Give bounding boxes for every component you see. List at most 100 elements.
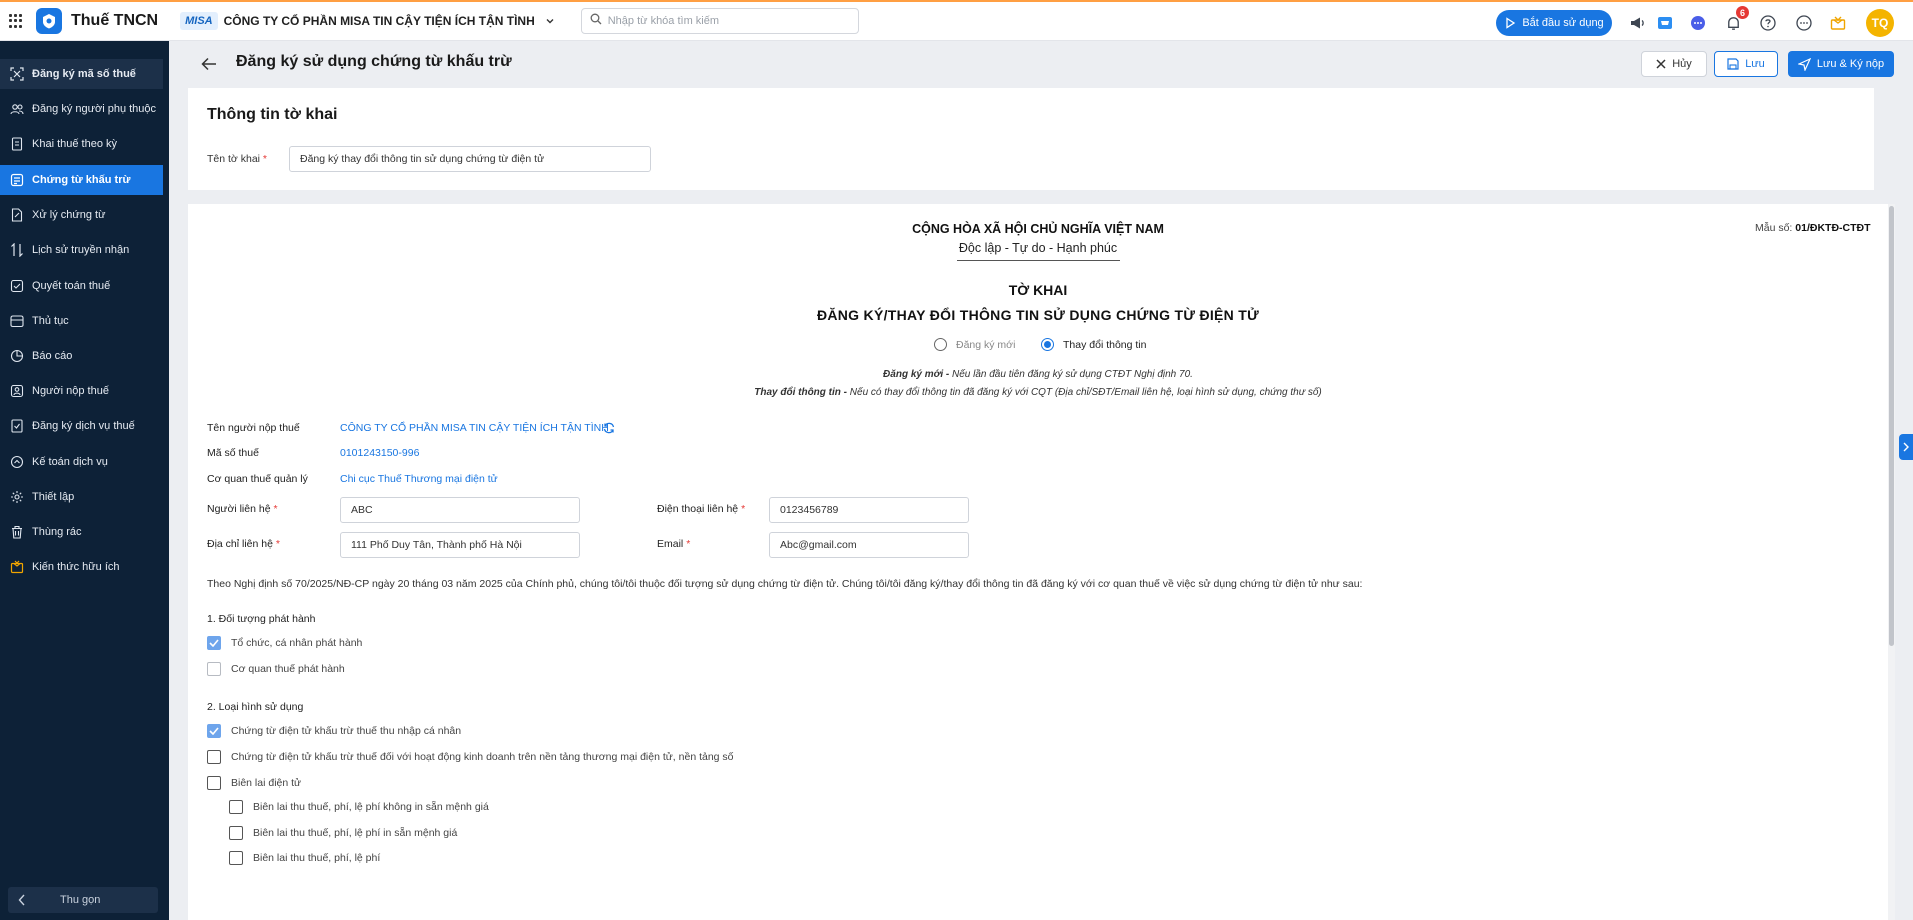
- radio-button: [934, 338, 947, 351]
- sidebar-item-reports[interactable]: Báo cáo: [0, 341, 163, 371]
- contact-address-input[interactable]: [340, 532, 580, 558]
- email-input[interactable]: [769, 532, 969, 558]
- save-button[interactable]: Lưu: [1714, 51, 1778, 77]
- bell-icon[interactable]: 6: [1723, 6, 1749, 33]
- sidebar-item-tax-settlement[interactable]: Quyết toán thuế: [0, 271, 163, 301]
- person-icon: [10, 384, 24, 398]
- checkbox-ecommerce-withholding[interactable]: Chứng từ điện tử khấu trừ thuế đối với h…: [207, 750, 734, 764]
- contact-person-label: Người liên hệ *: [207, 503, 278, 515]
- sidebar-item-label: Kế toán dịch vụ: [32, 456, 108, 468]
- sidebar-item-dependent-registration[interactable]: Đăng ký người phụ thuộc: [0, 94, 163, 124]
- sidebar: Đăng ký mã số thuế Đăng ký người phụ thu…: [0, 41, 169, 920]
- sidebar-item-procedures[interactable]: Thủ tục: [0, 306, 163, 336]
- contact-person-input[interactable]: [340, 497, 580, 523]
- sidebar-item-voucher-processing[interactable]: Xử lý chứng từ: [0, 200, 163, 230]
- declaration-name-input[interactable]: [289, 146, 651, 172]
- scrollbar-thumb[interactable]: [1889, 206, 1894, 646]
- expand-panel-button[interactable]: [1899, 434, 1913, 460]
- transfer-icon: [10, 243, 24, 257]
- more-icon[interactable]: [1794, 13, 1814, 33]
- accounting-icon: [10, 455, 24, 469]
- section-usage-type-heading: 2. Loại hình sử dụng: [207, 701, 304, 713]
- checkbox-unchecked: [229, 826, 243, 840]
- notification-badge: 6: [1736, 6, 1749, 19]
- arrow-left-icon[interactable]: [199, 54, 219, 74]
- sidebar-item-withholding-vouchers[interactable]: Chứng từ khấu trừ: [0, 165, 163, 195]
- sidebar-item-label: Thiết lập: [32, 491, 75, 503]
- checkbox-unchecked: [207, 662, 221, 676]
- declaration-statement: Theo Nghị định số 70/2025/NĐ-CP ngày 20 …: [207, 578, 1363, 590]
- checkbox-receipt-general[interactable]: Biên lai thu thuế, phí, lệ phí: [229, 851, 380, 865]
- sidebar-item-settings[interactable]: Thiết lập: [0, 482, 163, 512]
- national-motto: Độc lập - Tự do - Hạnh phúc: [958, 241, 1118, 255]
- avatar[interactable]: TQ: [1866, 9, 1894, 37]
- sidebar-item-useful-knowledge[interactable]: Kiến thức hữu ích: [0, 552, 163, 582]
- checkbox-tax-authority-issuer[interactable]: Cơ quan thuế phát hành: [207, 662, 345, 676]
- checkbox-unchecked: [207, 750, 221, 764]
- settlement-icon: [10, 279, 24, 293]
- id-card-icon: [10, 67, 24, 81]
- app-grid-icon[interactable]: [9, 14, 23, 28]
- chevron-down-icon[interactable]: [543, 14, 557, 28]
- store-icon[interactable]: [1655, 13, 1675, 33]
- checkbox-unchecked: [229, 800, 243, 814]
- info-card-title: Thông tin tờ khai: [207, 106, 338, 123]
- search-input[interactable]: [607, 15, 848, 27]
- refresh-icon[interactable]: [602, 421, 616, 435]
- section-issuer-heading: 1. Đối tượng phát hành: [207, 613, 316, 625]
- cancel-button[interactable]: Hủy: [1641, 51, 1707, 77]
- sidebar-item-label: Báo cáo: [32, 350, 73, 362]
- tax-authority-value: Chi cục Thuế Thương mại điện tử: [340, 473, 498, 485]
- checkbox-electronic-receipt[interactable]: Biên lai điện tử: [207, 776, 301, 790]
- sidebar-item-label: Kiến thức hữu ích: [32, 561, 120, 573]
- chevron-right-icon: [1903, 442, 1909, 452]
- sidebar-item-periodic-tax-declaration[interactable]: Khai thuế theo kỳ: [0, 129, 163, 159]
- sidebar-item-taxpayers[interactable]: Người nộp thuế: [0, 376, 163, 406]
- checkbox-receipt-no-face-value[interactable]: Biên lai thu thuế, phí, lệ phí không in …: [229, 800, 489, 814]
- sidebar-item-trash[interactable]: Thùng rác: [0, 517, 163, 547]
- save-and-sign-button[interactable]: Lưu & Ký nộp: [1788, 51, 1894, 77]
- document-title: TỜ KHAI: [1008, 282, 1068, 298]
- form-scrollbar[interactable]: [1888, 204, 1895, 920]
- checkbox-unchecked: [207, 776, 221, 790]
- sidebar-item-service-accounting[interactable]: Kế toán dịch vụ: [0, 447, 163, 477]
- page-header: Đăng ký sử dụng chứng từ khấu trừ Hủy Lư…: [169, 41, 1913, 86]
- collapse-sidebar-button[interactable]: Thu gọn: [8, 887, 158, 913]
- sidebar-item-label: Đăng ký người phụ thuộc: [32, 103, 157, 115]
- search-icon: [590, 12, 602, 30]
- company-selector[interactable]: CÔNG TY CỔ PHẦN MISA TIN CẬY TIỆN ÍCH TẬ…: [224, 14, 535, 28]
- start-using-button[interactable]: Bắt đầu sử dụng: [1496, 10, 1612, 36]
- checkbox-pit-withholding[interactable]: Chứng từ điện tử khấu trừ thuế thu nhập …: [207, 724, 461, 738]
- gift-icon[interactable]: [1828, 13, 1848, 33]
- help-icon[interactable]: [1758, 13, 1778, 33]
- service-icon: [10, 419, 24, 433]
- email-label: Email *: [657, 538, 691, 550]
- contact-phone-label: Điện thoại liên hệ *: [657, 503, 746, 515]
- checkbox-unchecked: [229, 851, 243, 865]
- trash-icon: [10, 525, 24, 539]
- sidebar-item-label: Thùng rác: [32, 526, 82, 538]
- document-icon: [10, 137, 24, 151]
- play-icon: [1506, 17, 1516, 29]
- sidebar-item-tax-service-registration[interactable]: Đăng ký dịch vụ thuế: [0, 411, 163, 441]
- tax-code-label: Mã số thuế: [207, 447, 259, 459]
- radio-change-info[interactable]: Thay đổi thông tin: [1041, 338, 1146, 351]
- collapse-label: Thu gọn: [60, 894, 101, 906]
- declaration-info-card: Thông tin tờ khai Tên tờ khai *: [188, 88, 1874, 190]
- sidebar-item-tax-code-registration[interactable]: Đăng ký mã số thuế: [0, 59, 163, 89]
- top-bar: Thuế TNCN MISA CÔNG TY CỔ PHẦN MISA TIN …: [0, 0, 1913, 41]
- checkbox-receipt-face-value[interactable]: Biên lai thu thuế, phí, lệ phí in sẵn mệ…: [229, 826, 457, 840]
- sidebar-item-transfer-history[interactable]: Lịch sử truyền nhận: [0, 235, 163, 265]
- radio-new-registration[interactable]: Đăng ký mới: [934, 338, 1015, 351]
- note-new-registration: Đăng ký mới - Nếu lần đầu tiên đăng ký s…: [883, 369, 1193, 380]
- declaration-name-label: Tên tờ khai *: [207, 153, 268, 165]
- save-and-sign-label: Lưu & Ký nộp: [1816, 58, 1885, 70]
- taxpayer-name-value: CÔNG TY CỔ PHẦN MISA TIN CẬY TIỆN ÍCH TẬ…: [340, 422, 609, 434]
- users-icon: [10, 102, 24, 116]
- checkbox-checked: [207, 724, 221, 738]
- chat-icon[interactable]: [1688, 13, 1708, 33]
- checkbox-organization-issuer[interactable]: Tổ chức, cá nhân phát hành: [207, 636, 362, 650]
- contact-phone-input[interactable]: [769, 497, 969, 523]
- megaphone-icon[interactable]: [1628, 13, 1648, 33]
- motto-underline: [957, 260, 1120, 261]
